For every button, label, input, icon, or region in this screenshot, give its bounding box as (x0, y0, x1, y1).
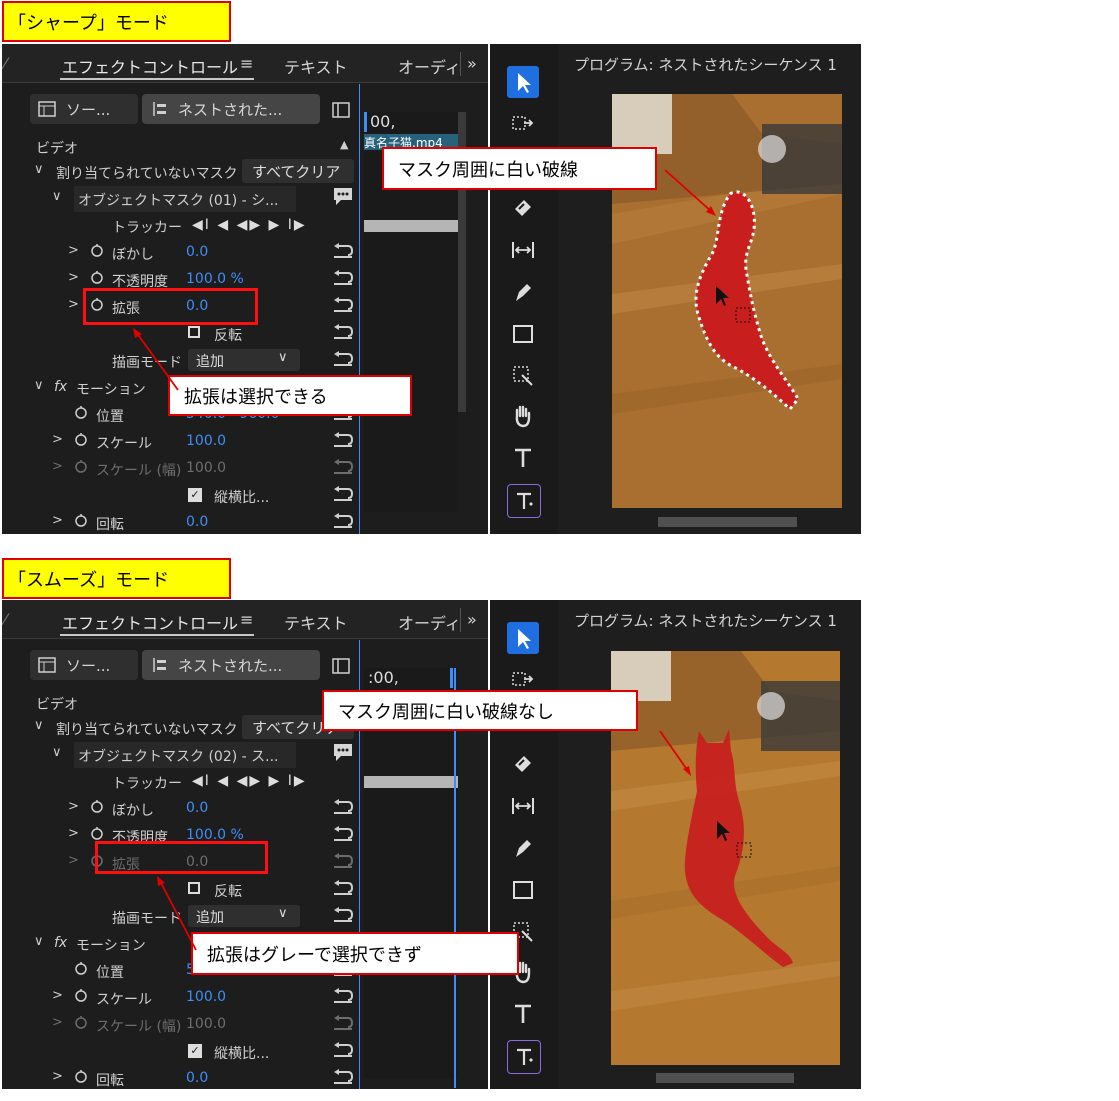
annotation-arrows (157, 730, 691, 951)
smooth-mode-section: 「スムーズ」モード ⁄ エフェクトコントロール ≡ テキスト オーディ » ソー… (0, 556, 1119, 1101)
sharp-mode-section: 「シャープ」モード ⁄ エフェクトコントロール ≡ テキスト オーディ » ソー… (0, 0, 1119, 545)
annotation-arrows (133, 169, 716, 391)
